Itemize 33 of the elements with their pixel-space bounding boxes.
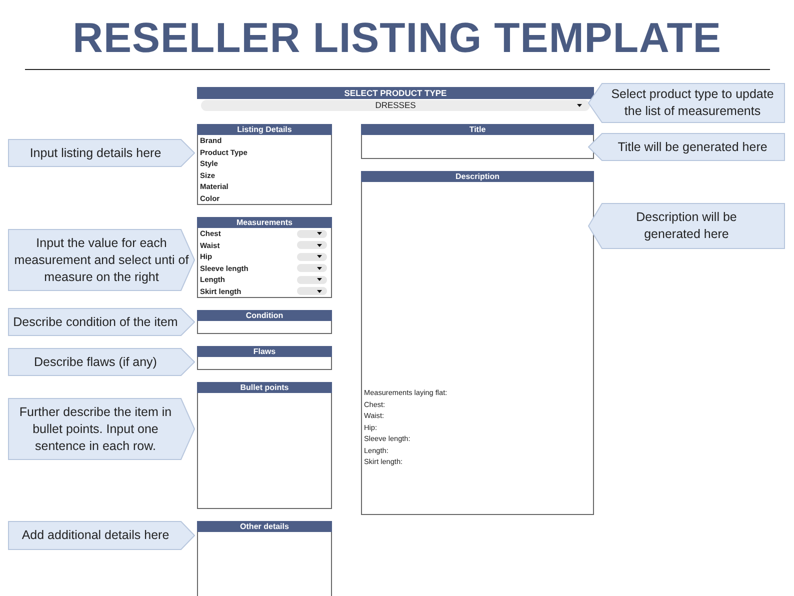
caret-icon (317, 255, 322, 258)
unit-dropdown[interactable] (297, 241, 327, 250)
caret-icon (317, 232, 322, 236)
section-header: SELECT PRODUCT TYPE (197, 87, 594, 99)
section-header: Description (361, 171, 594, 182)
unit-dropdown[interactable] (297, 264, 327, 272)
callout: Describe flaws (if any) (8, 348, 195, 376)
unit-dropdown[interactable] (297, 252, 327, 261)
callout: Describe condition of the item (8, 308, 195, 336)
callout: Title will be generated here (588, 133, 785, 161)
section-header: Flaws (197, 346, 332, 357)
unit-dropdown[interactable] (297, 276, 327, 284)
caret-icon (577, 104, 582, 107)
section-header: Bullet points (197, 382, 332, 393)
callout: Description will be generated here (588, 203, 785, 249)
section-header: Other details (197, 521, 332, 532)
callout: Add additional details here (8, 521, 195, 550)
section-header: Listing Details (197, 124, 332, 135)
section-header: Measurements (197, 217, 332, 228)
unit-dropdown[interactable] (297, 287, 327, 296)
callout: Select product type to update the list of measurements (588, 83, 785, 123)
callout: Further describe the item in bullet points. Input one sentence in each row. (8, 398, 195, 460)
caret-icon (317, 244, 322, 247)
caret-icon (317, 290, 322, 293)
callout: Input listing details here (8, 139, 195, 167)
section-header: Title (361, 124, 594, 135)
callout: Input the value for each measurement and select unti of measure on the right (8, 229, 195, 291)
page-title: RESELLER LISTING TEMPLATE (72, 13, 722, 62)
unit-dropdown[interactable] (297, 230, 327, 238)
product-type-dropdown[interactable]: DRESSES (201, 100, 590, 111)
section-header: Condition (197, 310, 332, 321)
caret-icon (317, 278, 322, 282)
caret-icon (317, 266, 322, 270)
